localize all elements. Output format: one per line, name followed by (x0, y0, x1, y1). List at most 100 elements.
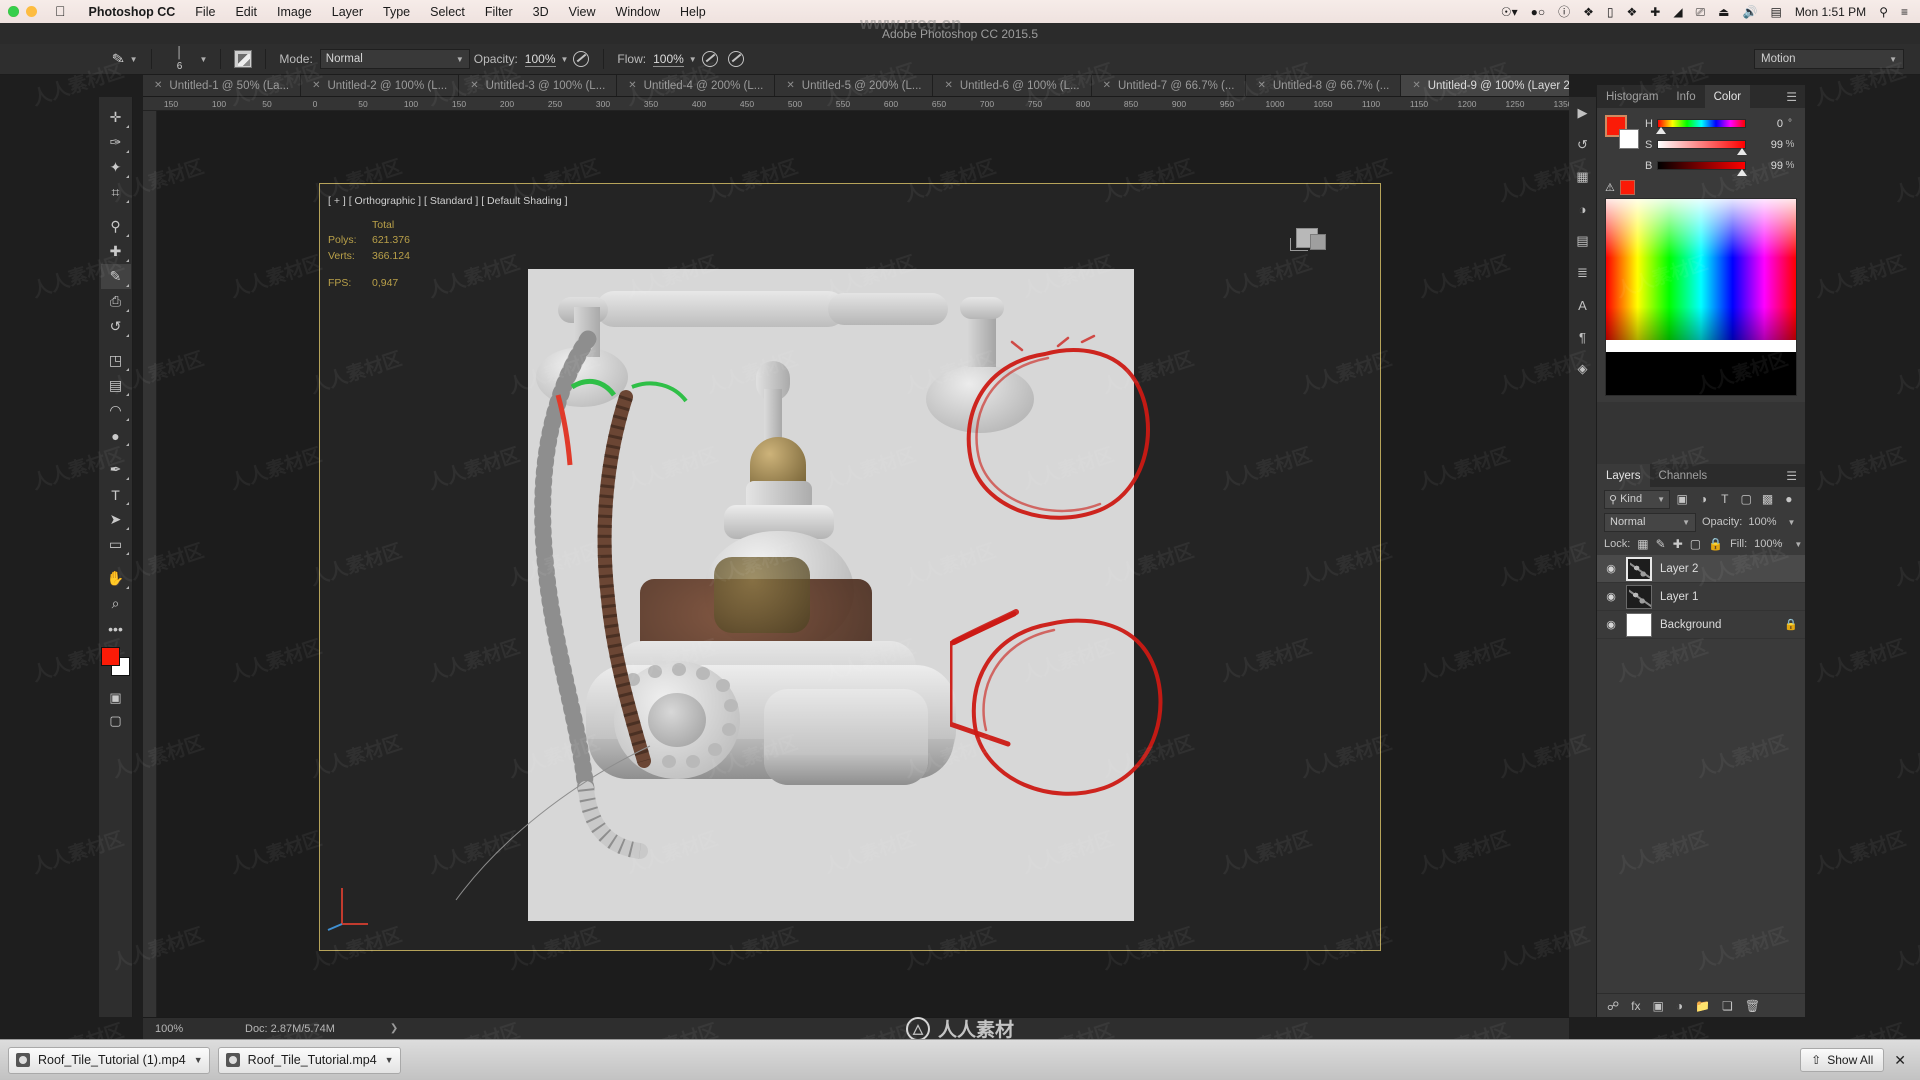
menu-bar-clock[interactable]: Mon 1:51 PM (1795, 6, 1866, 18)
play-icon[interactable]: ▶ (1572, 103, 1594, 123)
gamut-warning-icon[interactable]: ⚠ (1605, 181, 1615, 194)
gradient-tool[interactable]: ▤ (101, 373, 131, 398)
shape-filter-icon[interactable]: ▢ (1737, 490, 1755, 509)
document-tab-5[interactable]: ✕ Untitled-5 @ 200% (L... (775, 75, 934, 96)
close-tab-icon[interactable]: ✕ (628, 80, 636, 91)
clone-stamp-tool[interactable]: ⎙ (101, 289, 131, 314)
layer-row[interactable]: ◉ Background 🔒 (1597, 611, 1805, 639)
type-filter-icon[interactable]: T (1716, 490, 1734, 509)
pixel-filter-icon[interactable]: ▣ (1673, 490, 1691, 509)
dropbox-icon[interactable]: ❖ (1583, 6, 1594, 18)
document-tab-8[interactable]: ✕ Untitled-8 @ 66.7% (... (1246, 75, 1402, 96)
link-layers-icon[interactable]: ☍ (1607, 999, 1619, 1013)
flow-value[interactable]: 100% (653, 52, 684, 67)
fill-dropdown-icon[interactable]: ▼ (1794, 540, 1802, 549)
show-all-button[interactable]: ⇧ Show All (1800, 1048, 1885, 1072)
eraser-tool[interactable]: ◳ (101, 348, 131, 373)
layer-blend-mode-select[interactable]: Normal ▼ (1604, 512, 1696, 532)
window-controls[interactable] (8, 6, 51, 17)
color-channel-slider-B[interactable] (1657, 161, 1748, 176)
layer-row[interactable]: ◉ Layer 2 (1597, 555, 1805, 583)
document-tab-6[interactable]: ✕ Untitled-6 @ 100% (L... (933, 75, 1092, 96)
layer-mask-icon[interactable]: ▣ (1653, 999, 1664, 1013)
character-icon[interactable]: A (1572, 295, 1594, 315)
out-of-gamut-swatch[interactable] (1619, 180, 1635, 195)
flow-dropdown-icon[interactable]: ▼ (689, 55, 697, 64)
evernote-icon[interactable]: ❖ (1627, 6, 1638, 18)
eject-icon[interactable]: ⏏ (1718, 6, 1729, 18)
menu-window[interactable]: Window (606, 5, 670, 19)
document-tab-7[interactable]: ✕ Untitled-7 @ 66.7% (... (1091, 75, 1247, 96)
opacity-value[interactable]: 100% (524, 52, 556, 67)
brush-size-control[interactable]: │ 6 ▼ (161, 48, 212, 72)
lock-artboard-icon[interactable]: ▢ (1690, 537, 1701, 551)
close-tab-icon[interactable]: ✕ (154, 80, 162, 91)
layer-visibility-icon[interactable]: ◉ (1604, 618, 1618, 631)
document-tab-2[interactable]: ✕ Untitled-2 @ 100% (L... (301, 75, 460, 96)
cloud-sync-icon[interactable]: ✚ (1650, 6, 1660, 18)
menu-3d[interactable]: 3D (523, 5, 559, 19)
close-tab-icon[interactable]: ✕ (1103, 80, 1111, 91)
apple-logo-icon[interactable]:  (51, 4, 79, 20)
crop-tool[interactable]: ⌗ (101, 180, 131, 205)
styles-icon[interactable]: ≣ (1572, 263, 1594, 283)
layer-filter-kind-select[interactable]: ⚲ Kind ▼ (1604, 489, 1670, 509)
zoom-tool[interactable]: ⌕ (101, 591, 131, 616)
account-icon[interactable]: ☉▾ (1501, 6, 1518, 18)
document-tab-9[interactable]: ✕ Untitled-9 @ 100% (Layer 2, RGB/8*) (1401, 75, 1569, 96)
tab-info[interactable]: Info (1667, 85, 1704, 108)
eyedropper-tool[interactable]: ⚲ (101, 214, 131, 239)
blur-tool[interactable]: ◠ (101, 398, 131, 423)
airbrush-icon[interactable] (701, 51, 718, 67)
close-tab-icon[interactable]: ✕ (944, 80, 952, 91)
color-spectrum-picker[interactable] (1605, 198, 1797, 396)
layer-visibility-icon[interactable]: ◉ (1604, 562, 1618, 575)
history-icon[interactable]: ↺ (1572, 135, 1594, 155)
document-tab-3[interactable]: ✕ Untitled-3 @ 100% (L... (459, 75, 618, 96)
input-source-icon[interactable]: ▤ (1770, 6, 1781, 18)
fill-value[interactable]: 100% (1754, 538, 1782, 550)
quick-mask-icon[interactable]: ▣ (103, 689, 129, 707)
close-tab-icon[interactable]: ✕ (470, 80, 478, 91)
workspace-selector[interactable]: Motion ▼ (1754, 49, 1904, 69)
layer-thumbnail[interactable] (1626, 584, 1652, 609)
color-channel-slider-S[interactable] (1657, 140, 1748, 155)
list-icon[interactable]: ≡ (1901, 6, 1908, 18)
adjustments-icon[interactable]: ◑ (1572, 199, 1594, 219)
close-tab-icon[interactable]: ✕ (1412, 80, 1420, 91)
delete-layer-icon[interactable]: 🗑 (1745, 999, 1760, 1013)
layer-visibility-icon[interactable]: ◉ (1604, 590, 1618, 603)
spot-healing-tool[interactable]: ✚ (101, 239, 131, 264)
document-frame[interactable]: [ + ] [ Orthographic ] [ Standard ] [ De… (319, 183, 1381, 951)
new-group-icon[interactable]: 📁 (1695, 999, 1710, 1013)
tool-color-swatches[interactable] (100, 647, 131, 677)
layer-opacity-value[interactable]: 100% (1748, 516, 1776, 528)
3d-icon[interactable]: ◈ (1572, 359, 1594, 379)
menu-edit[interactable]: Edit (225, 5, 267, 19)
background-color-swatch[interactable] (1619, 129, 1639, 149)
panel-menu-icon[interactable]: ☰ (1786, 469, 1805, 483)
opacity-dropdown-icon[interactable]: ▼ (561, 55, 569, 64)
brush-icon[interactable]: ✎ ▼ (108, 48, 142, 70)
type-tool[interactable]: T (101, 482, 131, 507)
menu-type[interactable]: Type (373, 5, 420, 19)
color-swatches[interactable] (1605, 115, 1639, 149)
layer-name[interactable]: Layer 2 (1660, 563, 1698, 575)
filter-toggle-icon[interactable]: ● (1780, 490, 1798, 509)
color-channel-value[interactable]: 99 (1753, 160, 1783, 172)
chevron-right-icon[interactable]: ❯ (390, 1023, 398, 1034)
tab-histogram[interactable]: Histogram (1597, 85, 1667, 108)
maximize-window-button[interactable] (8, 6, 19, 17)
properties-icon[interactable]: ▤ (1572, 231, 1594, 251)
close-icon[interactable]: ✕ (1894, 1052, 1912, 1069)
slider-thumb[interactable] (1737, 169, 1748, 176)
menu-help[interactable]: Help (670, 5, 716, 19)
tab-color[interactable]: Color (1704, 85, 1751, 108)
brush-preset-icon[interactable] (230, 48, 256, 70)
paragraph-icon[interactable]: ¶ (1572, 327, 1594, 347)
layer-thumbnail[interactable] (1626, 612, 1652, 637)
tab-channels[interactable]: Channels (1650, 464, 1717, 487)
blend-mode-select[interactable]: Normal ▼ (319, 49, 470, 69)
color-channel-value[interactable]: 0 (1753, 118, 1783, 130)
smoothing-icon[interactable] (727, 51, 744, 67)
